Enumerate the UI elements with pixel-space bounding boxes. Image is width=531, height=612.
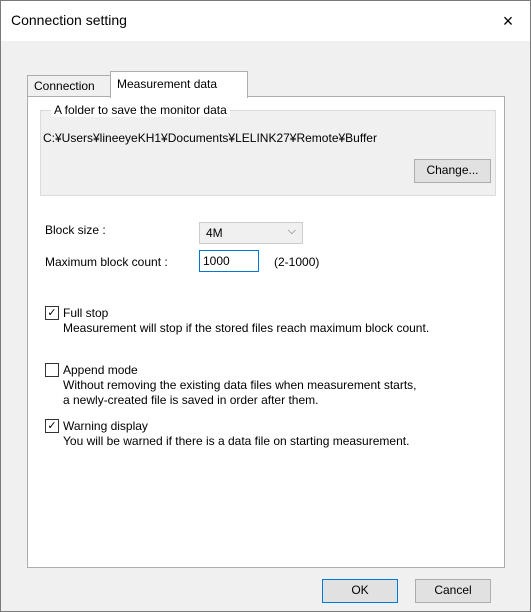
append-mode-desc-2: a newly-created file is saved in order a… xyxy=(63,393,319,407)
full-stop-label[interactable]: Full stop xyxy=(63,306,108,320)
folder-group-title: A folder to save the monitor data xyxy=(51,103,230,117)
block-size-label: Block size : xyxy=(45,223,106,237)
block-size-select[interactable]: 4M ⌵ xyxy=(199,222,303,244)
change-button[interactable]: Change... xyxy=(414,159,491,183)
ok-button[interactable]: OK xyxy=(322,579,398,603)
max-block-count-input[interactable]: 1000 xyxy=(199,250,259,272)
tab-measurement-data[interactable]: Measurement data xyxy=(110,71,248,98)
append-mode-desc-1: Without removing the existing data files… xyxy=(63,378,417,392)
folder-path: C:¥Users¥lineeyeKH1¥Documents¥LELINK27¥R… xyxy=(43,131,377,145)
close-icon[interactable]: × xyxy=(486,1,530,41)
max-block-count-range: (2-1000) xyxy=(274,255,320,269)
full-stop-checkbox[interactable]: ✓ xyxy=(45,306,59,320)
title-bar: Connection setting × xyxy=(1,1,530,41)
warning-display-checkbox[interactable]: ✓ xyxy=(45,419,59,433)
max-block-count-label: Maximum block count : xyxy=(45,255,168,269)
warning-display-label[interactable]: Warning display xyxy=(63,419,148,433)
max-block-count-value: 1000 xyxy=(203,254,230,268)
folder-groupbox: A folder to save the monitor data C:¥Use… xyxy=(40,103,496,196)
cancel-button[interactable]: Cancel xyxy=(415,579,491,603)
connection-setting-dialog: Connection setting × Connection Measurem… xyxy=(0,0,531,612)
tab-panel-measurement-data: A folder to save the monitor data C:¥Use… xyxy=(27,96,505,568)
block-size-value: 4M xyxy=(206,226,223,240)
window-title: Connection setting xyxy=(11,12,127,28)
append-mode-label[interactable]: Append mode xyxy=(63,363,138,377)
warning-display-desc: You will be warned if there is a data fi… xyxy=(63,434,410,448)
chevron-down-icon: ⌵ xyxy=(287,225,296,237)
tab-connection[interactable]: Connection xyxy=(27,75,115,96)
append-mode-checkbox[interactable] xyxy=(45,363,59,377)
full-stop-desc: Measurement will stop if the stored file… xyxy=(63,321,430,335)
